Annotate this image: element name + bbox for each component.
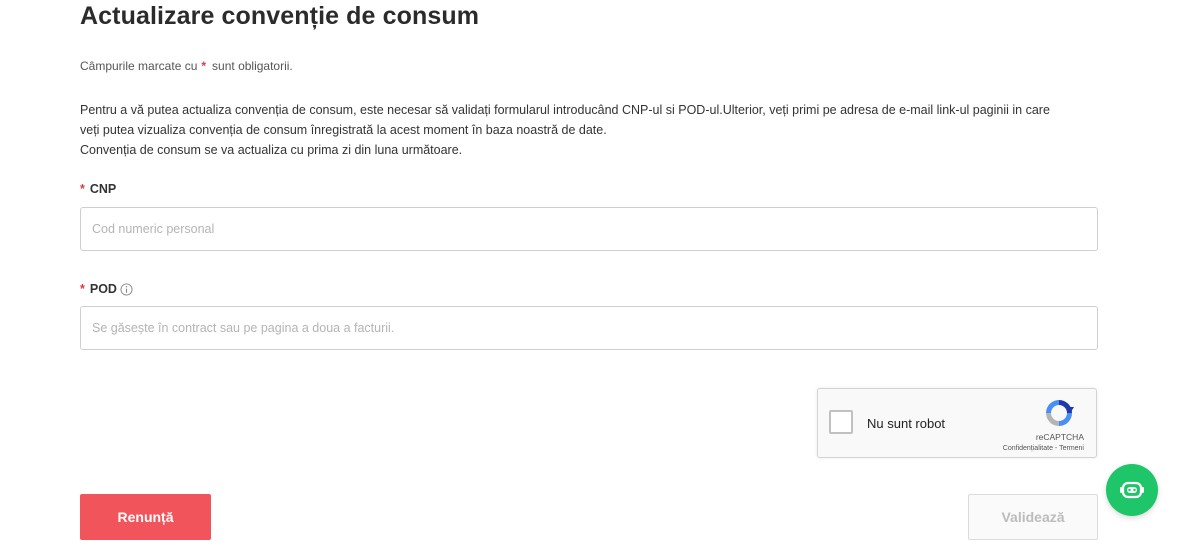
required-note-text-before: Câmpurile marcate cu (80, 59, 198, 73)
pod-input[interactable] (80, 306, 1098, 350)
cnp-label-text: CNP (89, 182, 117, 196)
required-note-text-after: sunt obligatorii. (212, 59, 293, 73)
cancel-button[interactable]: Renunță (80, 494, 211, 540)
page-title: Actualizare convenție de consum (80, 2, 480, 30)
recaptcha-widget: Nu sunt robot reCAPTCHA Confidențialitat… (817, 388, 1097, 458)
required-star: * (201, 59, 207, 73)
chatbot-button[interactable] (1106, 464, 1158, 516)
consumption-agreement-form: Actualizare convenție de consum Câmpuril… (80, 0, 1098, 551)
info-circle-icon[interactable] (120, 282, 133, 296)
intro-line: Pentru a vă putea actualiza convenția de… (80, 103, 1050, 117)
validate-button[interactable]: Validează (968, 494, 1098, 540)
recaptcha-links: Confidențialitate - Termeni (1003, 445, 1084, 452)
intro-line: veți putea vizualiza convenția de consum… (80, 123, 607, 137)
cnp-label: * CNP (80, 182, 116, 196)
intro-text: Pentru a vă putea actualiza convenția de… (80, 100, 1090, 160)
required-star: * (80, 182, 85, 196)
recaptcha-brand: reCAPTCHA (1035, 432, 1084, 442)
recaptcha-label: Nu sunt robot (867, 416, 946, 431)
chatbot-icon (1120, 481, 1144, 499)
recaptcha-checkbox[interactable] (829, 410, 853, 434)
recaptcha-terms-link[interactable]: Termeni (1059, 445, 1084, 452)
pod-label: * POD (80, 282, 133, 296)
recaptcha-logo-icon (1046, 400, 1074, 426)
recaptcha-privacy-link[interactable]: Confidențialitate (1003, 445, 1053, 452)
cnp-input[interactable] (80, 207, 1098, 251)
pod-label-text: POD (89, 282, 117, 296)
required-star: * (80, 282, 85, 296)
intro-line: Convenția de consum se va actualiza cu p… (80, 143, 463, 157)
required-fields-note: Câmpurile marcate cu * sunt obligatorii. (80, 59, 293, 73)
